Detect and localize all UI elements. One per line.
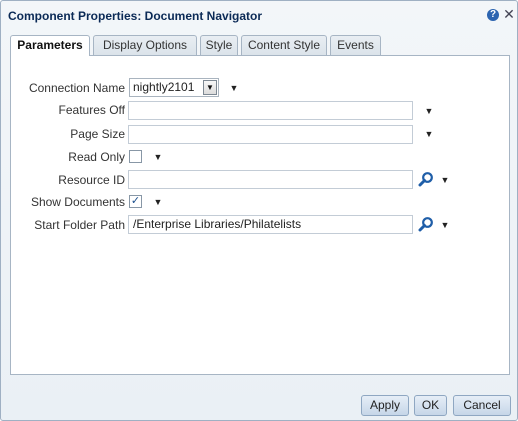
connection-name-label: Connection Name	[28, 81, 125, 95]
connection-name-value: nightly2101	[133, 80, 195, 94]
tab-content-style[interactable]: Content Style	[241, 35, 327, 55]
tab-events[interactable]: Events	[330, 35, 381, 55]
read-only-label: Read Only	[68, 150, 125, 164]
show-documents-label: Show Documents	[30, 195, 125, 209]
parameters-panel: Connection Name nightly2101 ▼ ▼ Features…	[10, 55, 510, 375]
tab-bar: Parameters Display Options Style Content…	[10, 35, 510, 56]
page-size-label-box: Page Size	[11, 124, 125, 144]
resource-id-label: Resource ID	[58, 173, 125, 187]
start-folder-path-label-box: Start Folder Path	[11, 215, 125, 235]
show-documents-options-caret[interactable]: ▼	[153, 197, 163, 207]
read-only-options-caret[interactable]: ▼	[153, 152, 163, 162]
cancel-button[interactable]: Cancel	[453, 395, 511, 416]
connection-name-options-caret[interactable]: ▼	[229, 83, 239, 93]
read-only-checkbox[interactable]	[129, 150, 142, 163]
resource-id-input[interactable]	[128, 170, 413, 189]
ok-button[interactable]: OK	[414, 395, 447, 416]
connection-name-label-box: Connection Name	[11, 78, 125, 98]
search-icon[interactable]	[418, 171, 434, 187]
dialog-title: Component Properties: Document Navigator	[8, 9, 263, 23]
show-documents-label-box: Show Documents	[11, 192, 125, 212]
tab-parameters[interactable]: Parameters	[10, 35, 90, 56]
resource-id-options-caret[interactable]: ▼	[440, 175, 450, 185]
dialog-titlebar: Component Properties: Document Navigator…	[1, 1, 517, 31]
features-off-label-box: Features Off	[11, 100, 125, 120]
read-only-label-box: Read Only	[11, 147, 125, 167]
page-size-input[interactable]	[128, 125, 413, 144]
start-folder-path-label: Start Folder Path	[34, 218, 125, 232]
connection-name-select[interactable]: nightly2101 ▼	[129, 78, 219, 97]
close-icon[interactable]: ✕	[503, 7, 515, 21]
page-size-label: Page Size	[70, 127, 125, 141]
tab-style[interactable]: Style	[200, 35, 238, 55]
apply-button[interactable]: Apply	[361, 395, 409, 416]
tab-display-options[interactable]: Display Options	[93, 35, 197, 55]
page-size-options-caret[interactable]: ▼	[424, 129, 434, 139]
chevron-down-icon[interactable]: ▼	[203, 80, 217, 95]
features-off-label: Features Off	[58, 103, 125, 117]
features-off-options-caret[interactable]: ▼	[424, 106, 434, 116]
resource-id-label-box: Resource ID	[11, 170, 125, 190]
features-off-input[interactable]	[128, 101, 413, 120]
start-folder-path-options-caret[interactable]: ▼	[440, 220, 450, 230]
start-folder-path-input[interactable]: /Enterprise Libraries/Philatelists	[128, 215, 413, 234]
search-icon[interactable]	[418, 216, 434, 232]
show-documents-checkbox[interactable]: ✓	[129, 195, 142, 208]
help-icon[interactable]: ?	[487, 9, 499, 21]
component-properties-dialog: Component Properties: Document Navigator…	[0, 0, 518, 421]
